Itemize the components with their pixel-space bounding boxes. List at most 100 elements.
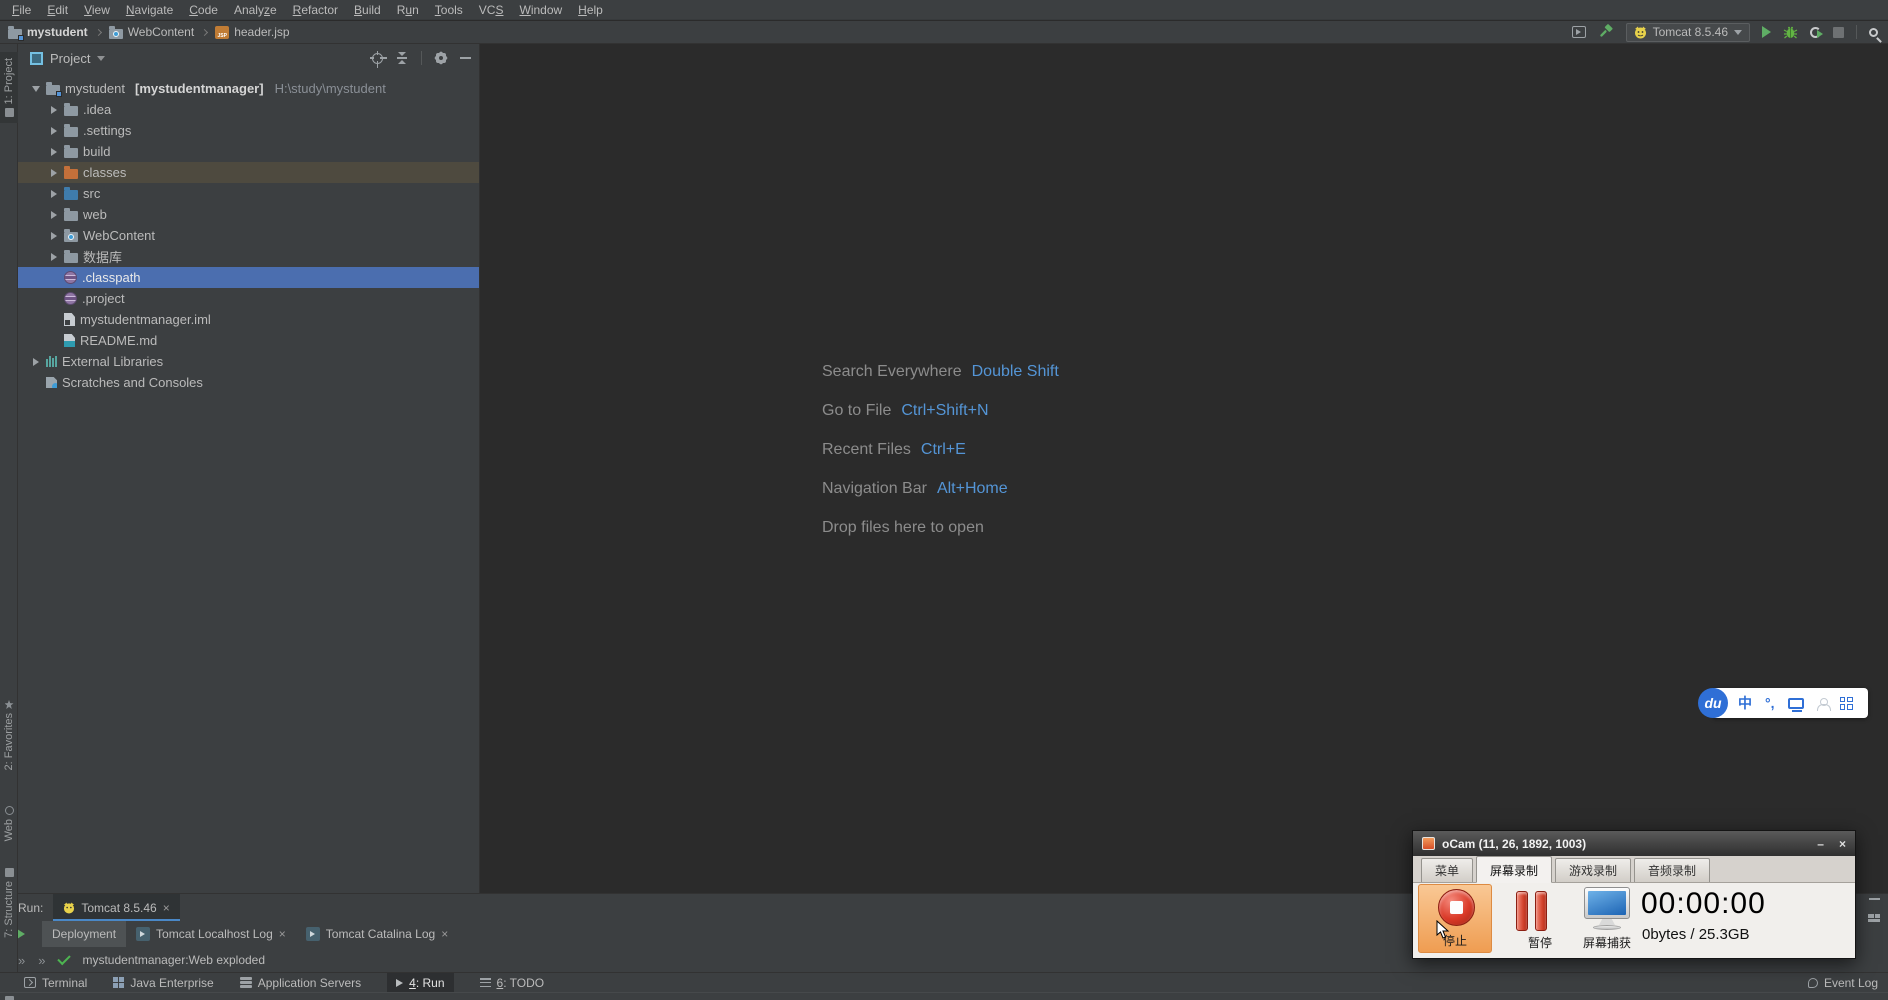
search-everywhere-icon[interactable] — [1869, 27, 1878, 37]
ocam-close-button[interactable]: × — [1839, 837, 1846, 851]
ocam-tab-screen-record[interactable]: 屏幕录制 — [1476, 856, 1553, 883]
menu-code[interactable]: Code — [181, 0, 226, 20]
menu-run[interactable]: Run — [389, 0, 427, 20]
ime-punctuation-button[interactable]: °, — [1765, 695, 1775, 711]
tree-row-classes[interactable]: classes — [18, 162, 479, 183]
collapse-all-icon[interactable] — [397, 52, 407, 64]
menu-help[interactable]: Help — [570, 0, 611, 20]
stripe-structure[interactable]: 7: Structure — [0, 868, 18, 938]
toolwindow-run[interactable]: 4: Run — [387, 972, 454, 993]
ocam-screen-capture-button[interactable]: 屏幕捕获 — [1573, 883, 1641, 954]
tree-row-root[interactable]: mystudent [mystudentmanager] H:\study\myst… — [18, 78, 479, 99]
toolwindow-toggle-icon[interactable] — [5, 996, 14, 1000]
collapsed-arrow-icon[interactable] — [32, 357, 39, 366]
ime-account-icon[interactable] — [1816, 698, 1831, 711]
ocam-tab-audio-record[interactable]: 音频录制 — [1634, 858, 1711, 882]
hide-panel-icon[interactable] — [1868, 898, 1880, 900]
debug-bug-icon[interactable] — [1783, 25, 1798, 40]
run-button[interactable] — [1762, 26, 1771, 38]
toolbar-actions: Tomcat 8.5.46 — [1571, 22, 1878, 42]
toolwindow-terminal[interactable]: Terminal — [24, 973, 87, 993]
menu-window[interactable]: Window — [511, 0, 570, 20]
breadcrumb-webcontent[interactable]: WebContent — [107, 25, 197, 39]
menu-build[interactable]: Build — [346, 0, 389, 20]
collapsed-arrow-icon[interactable] — [50, 189, 57, 198]
toolwindow-java-enterprise[interactable]: Java Enterprise — [113, 973, 214, 993]
ocam-pause-button[interactable]: 暂停 — [1514, 883, 1566, 954]
shortcut-label: Recent Files — [822, 440, 911, 458]
tree-row-external-libraries[interactable]: External Libraries — [18, 351, 479, 372]
ime-soft-keyboard-icon[interactable] — [1787, 697, 1804, 712]
tree-row-readme[interactable]: README.md — [18, 330, 479, 351]
collapsed-arrow-icon[interactable] — [50, 147, 57, 156]
chevron-down-icon[interactable] — [97, 55, 106, 61]
collapsed-arrow-icon[interactable] — [50, 168, 57, 177]
close-tab-icon[interactable]: × — [441, 928, 448, 940]
event-log-button[interactable]: Event Log — [1807, 973, 1878, 993]
tree-row-src[interactable]: src — [18, 183, 479, 204]
menu-file[interactable]: File — [4, 0, 39, 20]
run-config-tab[interactable]: Tomcat 8.5.46 × — [53, 894, 180, 921]
tree-row-scratches[interactable]: Scratches and Consoles — [18, 372, 479, 393]
expanded-arrow-icon[interactable] — [31, 85, 40, 92]
collapsed-arrow-icon[interactable] — [50, 252, 57, 261]
run-with-coverage-icon[interactable] — [1810, 26, 1823, 38]
tree-row-iml[interactable]: mystudentmanager.iml — [18, 309, 479, 330]
collapsed-arrow-icon[interactable] — [50, 105, 57, 114]
collapsed-arrow-icon[interactable] — [50, 210, 57, 219]
toolwindow-application-servers[interactable]: Application Servers — [239, 973, 361, 993]
collapsed-arrow-icon[interactable] — [50, 231, 57, 240]
ime-menu-grid-icon[interactable] — [1839, 696, 1853, 710]
ocam-tab-game-record[interactable]: 游戏录制 — [1555, 858, 1632, 882]
stripe-favorites[interactable]: 2: Favorites — [0, 700, 18, 770]
build-hammer-icon[interactable] — [1598, 24, 1614, 40]
toolwindow-todo[interactable]: 6: TODO — [479, 973, 544, 993]
menu-tools[interactable]: Tools — [427, 0, 471, 20]
menu-edit[interactable]: Edit — [39, 0, 76, 20]
ocam-tab-menu[interactable]: 菜单 — [1421, 858, 1474, 882]
stripe-web[interactable]: Web — [0, 806, 18, 841]
baidu-logo[interactable]: du — [1698, 688, 1728, 718]
menu-vcs[interactable]: VCS — [471, 0, 512, 20]
menu-refactor[interactable]: Refactor — [285, 0, 346, 20]
menu-navigate[interactable]: Navigate — [118, 0, 181, 20]
module-folder-icon — [46, 82, 62, 97]
menu-analyze[interactable]: Analyze — [226, 0, 285, 20]
run-panel-label: Run: — [18, 900, 44, 915]
expand-chevron-icon[interactable]: » — [18, 953, 26, 968]
tree-row-build[interactable]: build — [18, 141, 479, 162]
menu-view[interactable]: View — [76, 0, 118, 20]
shortcut-label: Search Everywhere — [822, 362, 962, 380]
tree-row-web[interactable]: web — [18, 204, 479, 225]
tree-row-settings[interactable]: .settings — [18, 120, 479, 141]
breadcrumb-project[interactable]: mystudent — [6, 25, 90, 41]
tree-row-project-file[interactable]: .project — [18, 288, 479, 309]
ocam-stop-button[interactable]: 停止 — [1418, 884, 1492, 953]
hide-panel-icon[interactable] — [460, 57, 471, 59]
ocam-minimize-button[interactable]: – — [1817, 837, 1824, 851]
rerun-button[interactable] — [17, 929, 25, 939]
close-tab-icon[interactable]: × — [279, 928, 286, 940]
run-configuration-select[interactable]: Tomcat 8.5.46 — [1625, 22, 1750, 42]
close-tab-icon[interactable]: × — [163, 902, 170, 914]
tab-tomcat-localhost-log[interactable]: Tomcat Localhost Log × — [126, 921, 296, 947]
tree-row-webcontent[interactable]: WebContent — [18, 225, 479, 246]
locate-file-icon[interactable] — [370, 50, 387, 68]
pause-button-label: 暂停 — [1527, 936, 1552, 950]
tree-row-idea[interactable]: .idea — [18, 99, 479, 120]
restore-layout-icon[interactable] — [1868, 914, 1880, 923]
expand-chevron-icon[interactable]: » — [38, 953, 46, 968]
show-toolwindow-icon[interactable] — [1571, 26, 1586, 38]
ime-chinese-mode-button[interactable]: 中 — [1738, 693, 1752, 713]
stripe-project[interactable]: 1: Project — [0, 52, 18, 124]
tree-row-database[interactable]: 数据库 — [18, 246, 479, 267]
tree-row-classpath[interactable]: .classpath — [18, 267, 479, 288]
stop-button[interactable] — [1833, 26, 1844, 38]
breadcrumb-file[interactable]: JSP header.jsp — [213, 25, 291, 39]
settings-gear-icon[interactable] — [433, 50, 449, 66]
tab-tomcat-catalina-log[interactable]: Tomcat Catalina Log × — [296, 921, 458, 947]
project-panel-title[interactable]: Project — [50, 51, 90, 66]
collapsed-arrow-icon[interactable] — [50, 126, 57, 135]
tab-deployment[interactable]: Deployment — [42, 921, 127, 947]
ocam-title-bar[interactable]: oCam (11, 26, 1892, 1003) – × — [1413, 831, 1855, 856]
